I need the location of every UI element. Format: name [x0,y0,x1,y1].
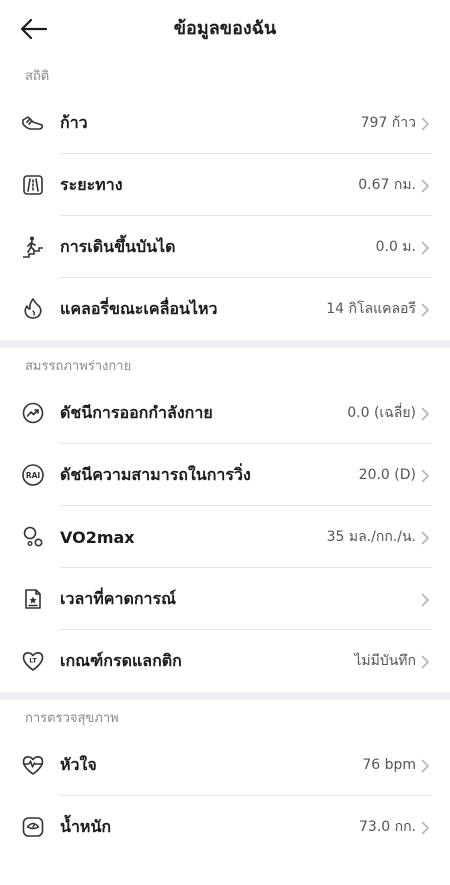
row-label: แคลอรี่ขณะเคลื่อนไหว [60,298,218,318]
document-star-icon [21,587,45,611]
row-distance[interactable]: ระยะทาง 0.67 กม. [0,154,450,216]
row-value: 0.67 กม. [358,177,416,193]
heartbeat-icon [21,753,45,777]
chevron-right-icon [421,592,430,607]
row-training-index[interactable]: ดัชนีการออกกำลังกาย 0.0 (เฉลี่ย) [0,382,450,444]
row-value: 0.0 (เฉลี่ย) [347,405,416,421]
section-header-fitness: สมรรถภาพร่างกาย [25,358,132,374]
chevron-right-icon [421,240,430,255]
row-label: ดัชนีการออกกำลังกาย [60,402,213,422]
top-bar: ข้อมูลของฉัน [0,0,450,58]
row-value: 0.0 ม. [375,239,416,255]
row-label: ดัชนีความสามารถในการวิ่ง [60,464,251,484]
row-label: หัวใจ [60,754,97,774]
row-stairs[interactable]: การเดินขึ้นบันได 0.0 ม. [0,216,450,278]
row-running-ability-index[interactable]: RAI ดัชนีความสามารถในการวิ่ง 20.0 (D) [0,444,450,506]
bubbles-icon [21,525,45,549]
lt-badge-text: LT [29,657,37,665]
row-label: ระยะทาง [60,174,123,194]
row-value: 73.0 กก. [358,819,416,835]
row-steps[interactable]: ก้าว 797 ก้าว [0,92,450,154]
row-label: น้ำหนัก [60,816,112,836]
section-header-health-check: การตรวจสุขภาพ [25,710,119,726]
row-weight[interactable]: น้ำหนัก 73.0 กก. [0,796,450,858]
row-label: ก้าว [60,112,88,132]
chevron-right-icon [421,178,430,193]
row-value: 20.0 (D) [358,467,416,483]
row-value: 14 กิโลแคลอรี [326,301,416,317]
row-label: เวลาที่คาดการณ์ [60,588,176,608]
road-icon [21,173,45,197]
shoe-icon [21,111,45,135]
section-separator [0,692,450,700]
heart-lt-icon: LT [21,649,45,673]
stairs-icon [21,235,45,259]
row-lactate-threshold[interactable]: LT เกณฑ์กรดแลกติก ไม่มีบันทึก [0,630,450,692]
row-vo2max[interactable]: VO2max 35 มล./กก./น. [0,506,450,568]
chevron-right-icon [421,758,430,773]
row-heart-rate[interactable]: หัวใจ 76 bpm [0,734,450,796]
page-title: ข้อมูลของฉัน [173,18,277,39]
scale-icon [21,815,45,839]
section-header-statistics: สถิติ [25,68,50,84]
row-active-calories[interactable]: แคลอรี่ขณะเคลื่อนไหว 14 กิโลแคลอรี [0,278,450,340]
chevron-right-icon [421,468,430,483]
chevron-right-icon [421,820,430,835]
chevron-right-icon [421,654,430,669]
row-value: 797 ก้าว [360,115,416,131]
section-separator [0,340,450,348]
chevron-right-icon [421,530,430,545]
row-value: 35 มล./กก./น. [326,529,416,545]
rai-badge-text: RAI [26,471,41,480]
trend-icon [21,401,45,425]
flame-icon [21,297,45,321]
row-value: ไม่มีบันทึก [354,653,416,669]
chevron-right-icon [421,116,430,131]
chevron-right-icon [421,302,430,317]
chevron-right-icon [421,406,430,421]
row-label: เกณฑ์กรดแลกติก [60,650,182,670]
row-label: VO2max [60,527,135,547]
rai-icon: RAI [21,463,45,487]
row-predicted-time[interactable]: เวลาที่คาดการณ์ [0,568,450,630]
row-value: 76 bpm [362,757,416,773]
row-label: การเดินขึ้นบันได [60,236,176,256]
